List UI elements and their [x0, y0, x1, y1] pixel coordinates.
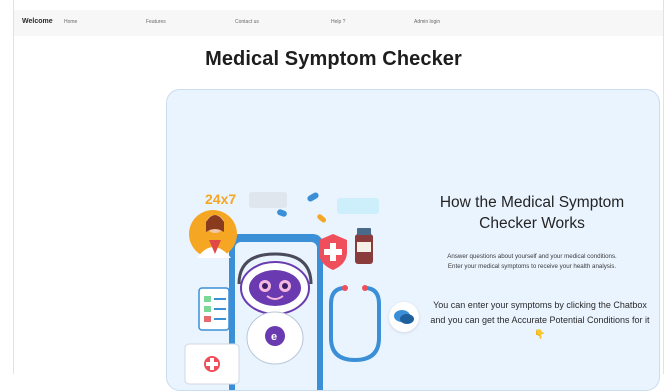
pill-icon	[277, 209, 287, 217]
chat-bubble-graphic	[394, 310, 414, 324]
nav-link-admin-login[interactable]: Admin login	[414, 19, 440, 25]
svg-text:e: e	[271, 331, 277, 343]
card-description-line: Enter your medical symptoms to receive y…	[447, 263, 617, 270]
robot-pupil	[282, 283, 288, 289]
nav-link-features[interactable]: Features	[146, 19, 166, 25]
stethoscope-earpiece	[362, 285, 368, 291]
checkbox-icon	[204, 316, 211, 322]
medical-illustration: 24x7 e	[184, 191, 381, 390]
brand-link[interactable]: Welcome	[22, 18, 53, 25]
card-description-line: Answer questions about yourself and your…	[447, 253, 617, 260]
top-navbar: Welcome Home Features Contact us Help ? …	[14, 10, 663, 36]
speech-box-icon	[337, 198, 379, 214]
page-title: Medical Symptom Checker	[205, 48, 462, 70]
shield-cross	[324, 249, 342, 255]
nav-link-contact[interactable]: Contact us	[235, 19, 259, 25]
clipboard-line	[214, 298, 226, 300]
stethoscope-earpiece	[342, 285, 348, 291]
chat-bubble-icon[interactable]	[389, 302, 419, 332]
card-description: Answer questions about yourself and your…	[417, 252, 647, 272]
bottle-label	[357, 242, 371, 252]
checkbox-icon	[204, 296, 211, 302]
checkbox-icon	[204, 306, 211, 312]
pill-icon	[317, 214, 327, 223]
first-aid-cross	[206, 362, 218, 366]
nav-link-home[interactable]: Home	[64, 19, 77, 25]
card-heading: How the Medical Symptom Checker Works	[439, 194, 625, 232]
clipboard-line	[214, 308, 226, 310]
speech-box-icon	[249, 192, 287, 208]
chatbox-instructions: You can enter your symptoms by clicking …	[430, 300, 650, 339]
pill-icon	[307, 192, 319, 202]
24x7-label: 24x7	[205, 191, 236, 207]
stethoscope-icon	[329, 286, 381, 363]
robot-pupil	[262, 283, 268, 289]
how-it-works-card: 24x7 e How the Medical Symptom Checker W…	[166, 89, 660, 391]
clipboard-line	[214, 318, 226, 320]
robot-visor	[249, 270, 301, 306]
nav-link-help[interactable]: Help ?	[331, 19, 345, 25]
bottle-cap	[357, 228, 371, 235]
